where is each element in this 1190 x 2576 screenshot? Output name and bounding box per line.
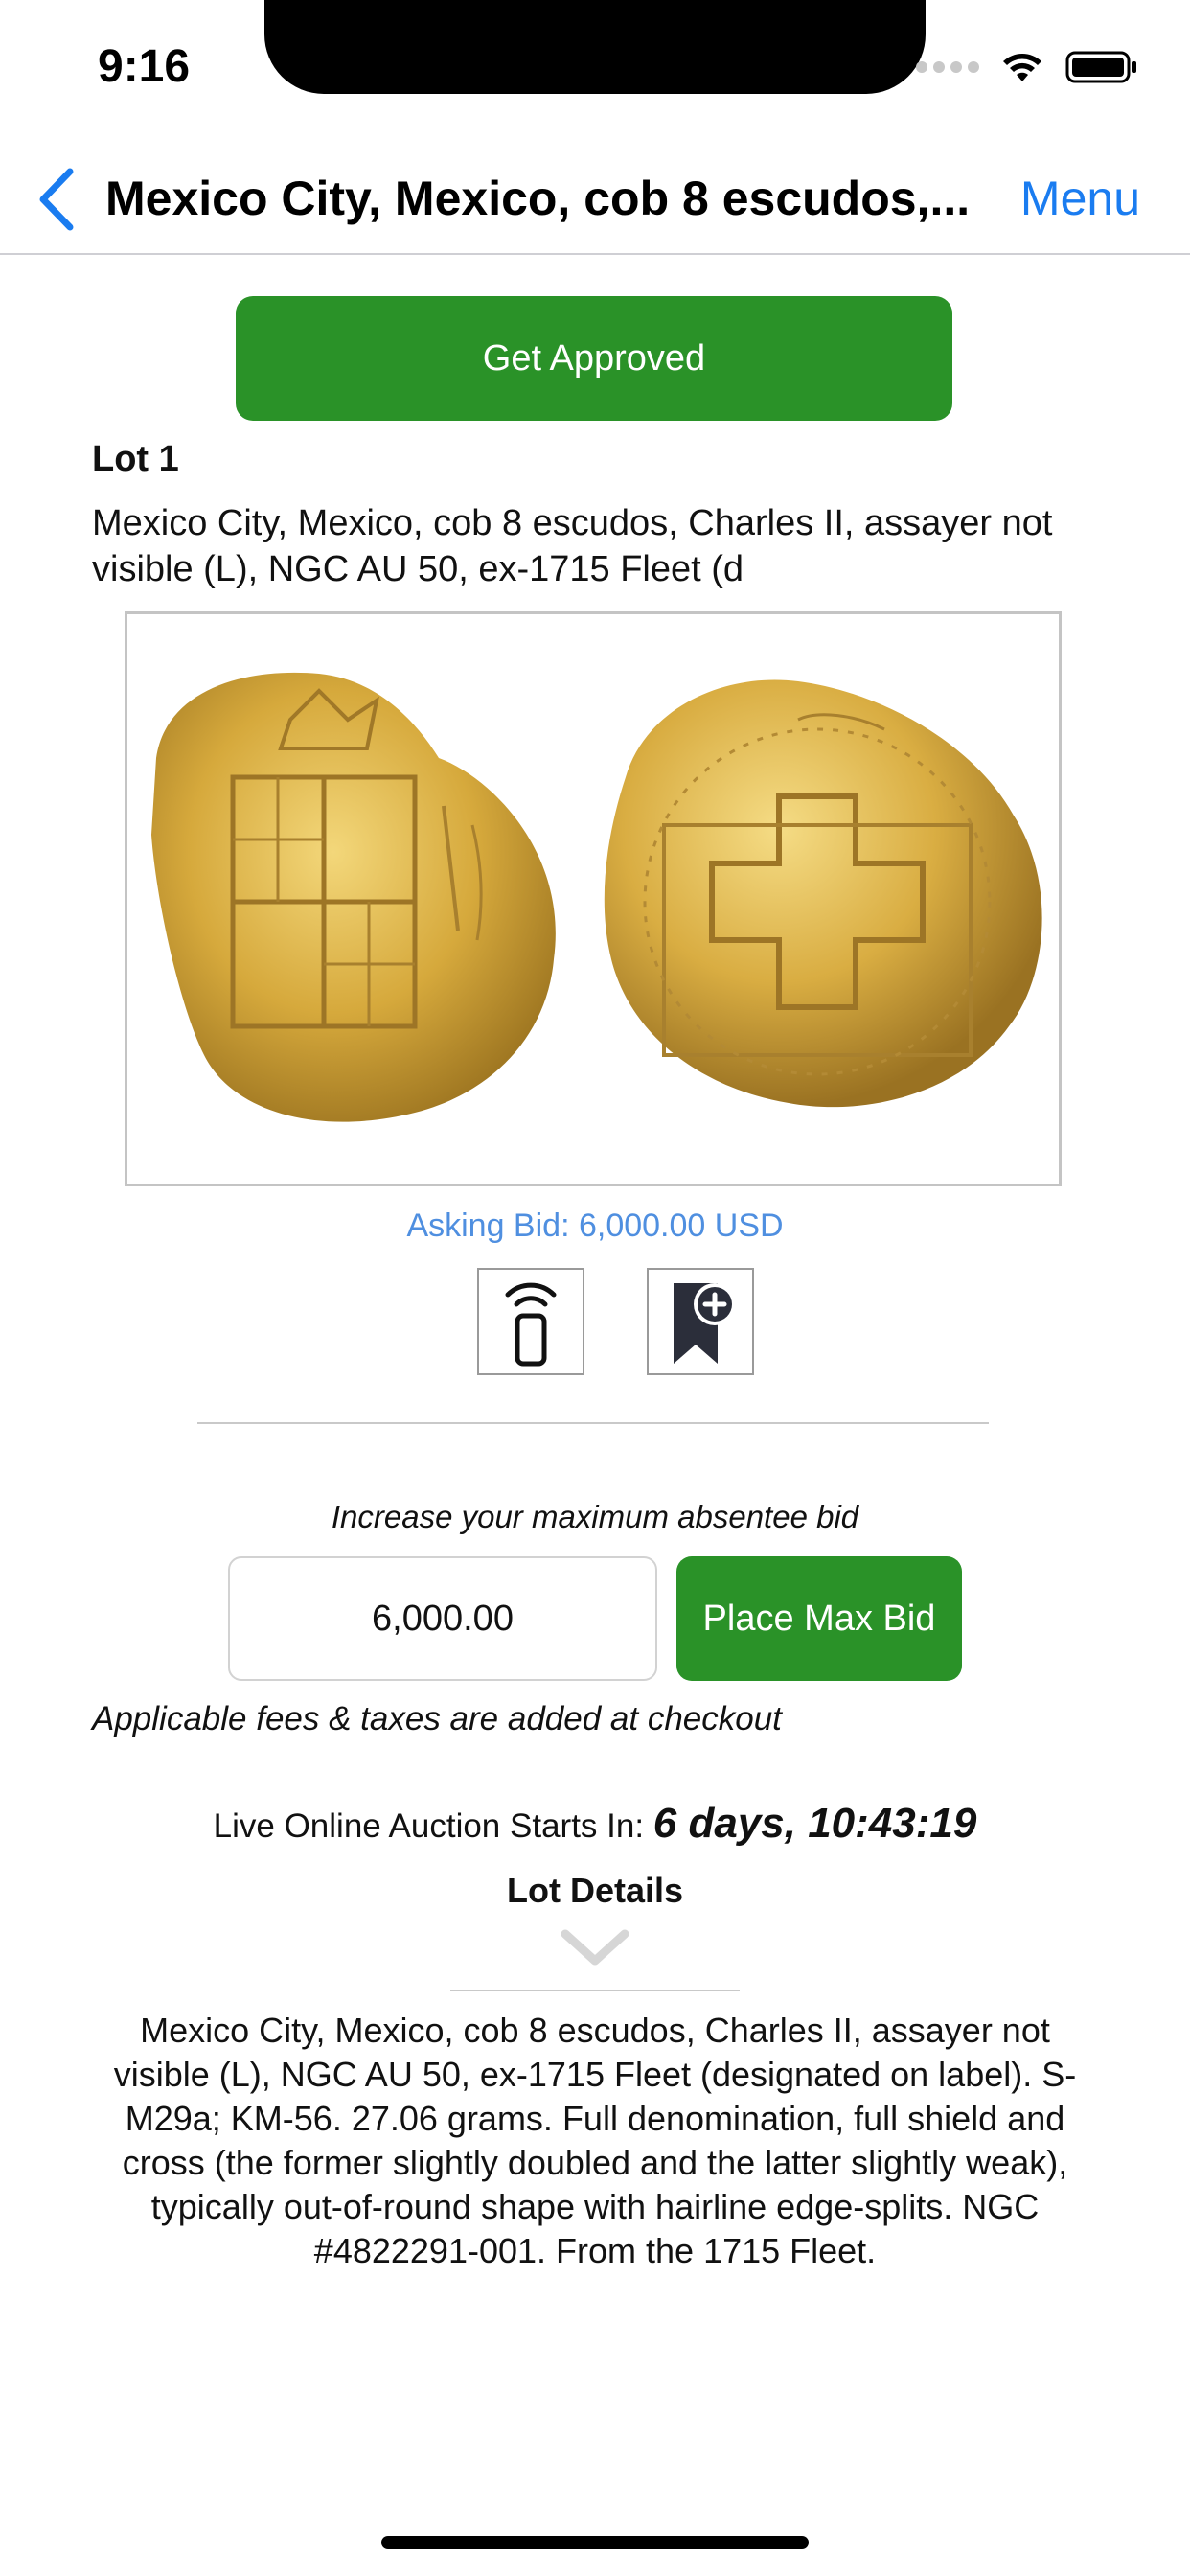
status-bar: 9:16 (0, 0, 1190, 144)
asking-bid: Asking Bid: 6,000.00 USD (406, 1208, 784, 1244)
countdown-time: 6 days, 10:43:19 (652, 1800, 977, 1847)
navigation-bar: Mexico City, Mexico, cob 8 escudos,... M… (0, 144, 1190, 255)
back-button[interactable] (33, 161, 80, 238)
place-max-bid-button[interactable]: Place Max Bid (676, 1556, 962, 1681)
chevron-left-icon (39, 168, 74, 231)
lot-details-heading[interactable]: Lot Details (0, 1871, 1190, 1911)
lot-description: Mexico City, Mexico, cob 8 escudos, Char… (113, 2011, 1077, 2270)
auction-countdown: Live Online Auction Starts In: 6 days, 1… (0, 1800, 1190, 1848)
device-notch (264, 0, 926, 94)
fees-note: Applicable fees & taxes are added at che… (92, 1700, 782, 1737)
menu-button[interactable]: Menu (1020, 165, 1140, 232)
page-title: Mexico City, Mexico, cob 8 escudos,... (105, 172, 971, 225)
chevron-down-icon[interactable] (560, 1926, 630, 1968)
max-bid-input[interactable] (228, 1556, 657, 1681)
get-approved-button[interactable]: Get Approved (236, 296, 952, 421)
bookmark-add-icon (674, 1283, 736, 1364)
divider (197, 1422, 989, 1424)
status-icons (916, 50, 1138, 84)
increase-bid-label: Increase your maximum absentee bid (331, 1499, 859, 1534)
lot-image[interactable] (125, 611, 1062, 1186)
phone-signal-icon (505, 1282, 557, 1367)
remote-bid-button[interactable] (477, 1268, 584, 1375)
add-to-watchlist-button[interactable] (647, 1268, 754, 1375)
coin-obverse (151, 672, 556, 1122)
home-indicator[interactable] (381, 2536, 809, 2549)
wifi-icon (1003, 54, 1041, 81)
coin-reverse (604, 679, 1042, 1108)
battery-icon (1065, 51, 1136, 83)
lot-title: Mexico City, Mexico, cob 8 escudos, Char… (92, 503, 1053, 589)
countdown-label: Live Online Auction Starts In: (213, 1807, 653, 1845)
status-time: 9:16 (98, 41, 191, 92)
divider (450, 1990, 740, 1991)
coin-image (151, 672, 1042, 1122)
lot-number: Lot 1 (92, 439, 179, 479)
cellular-signal-icon (916, 61, 979, 73)
